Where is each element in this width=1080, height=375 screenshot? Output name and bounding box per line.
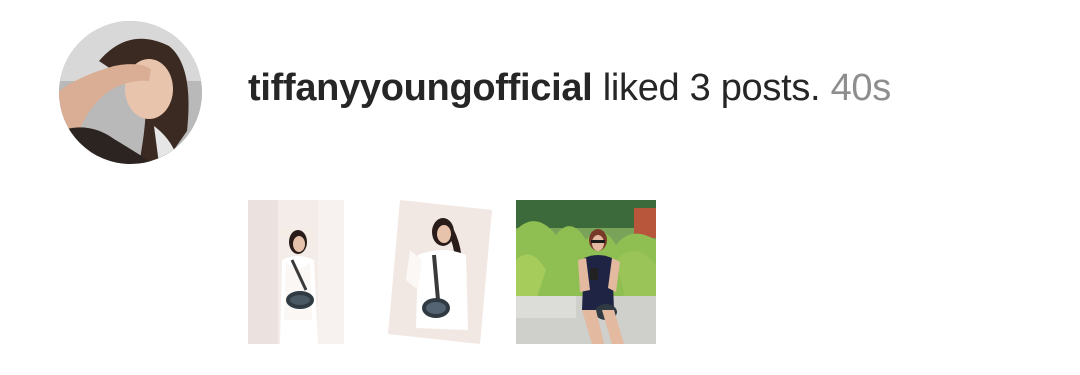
liked-post-3[interactable]: [516, 200, 656, 344]
activity-notification[interactable]: tiffanyyoungofficial liked 3 posts. 40s: [248, 62, 891, 114]
profile-avatar[interactable]: [59, 21, 202, 164]
post-photo-icon: [388, 200, 492, 344]
avatar-photo: [59, 21, 202, 164]
post-photo-icon: [516, 200, 656, 344]
liked-post-2[interactable]: [388, 200, 492, 344]
liked-post-1[interactable]: [248, 200, 344, 344]
post-photo-icon: [248, 200, 344, 344]
username-link[interactable]: tiffanyyoungofficial: [248, 67, 593, 109]
activity-timestamp: 40s: [830, 67, 892, 109]
activity-action: liked 3 posts.: [602, 67, 821, 109]
